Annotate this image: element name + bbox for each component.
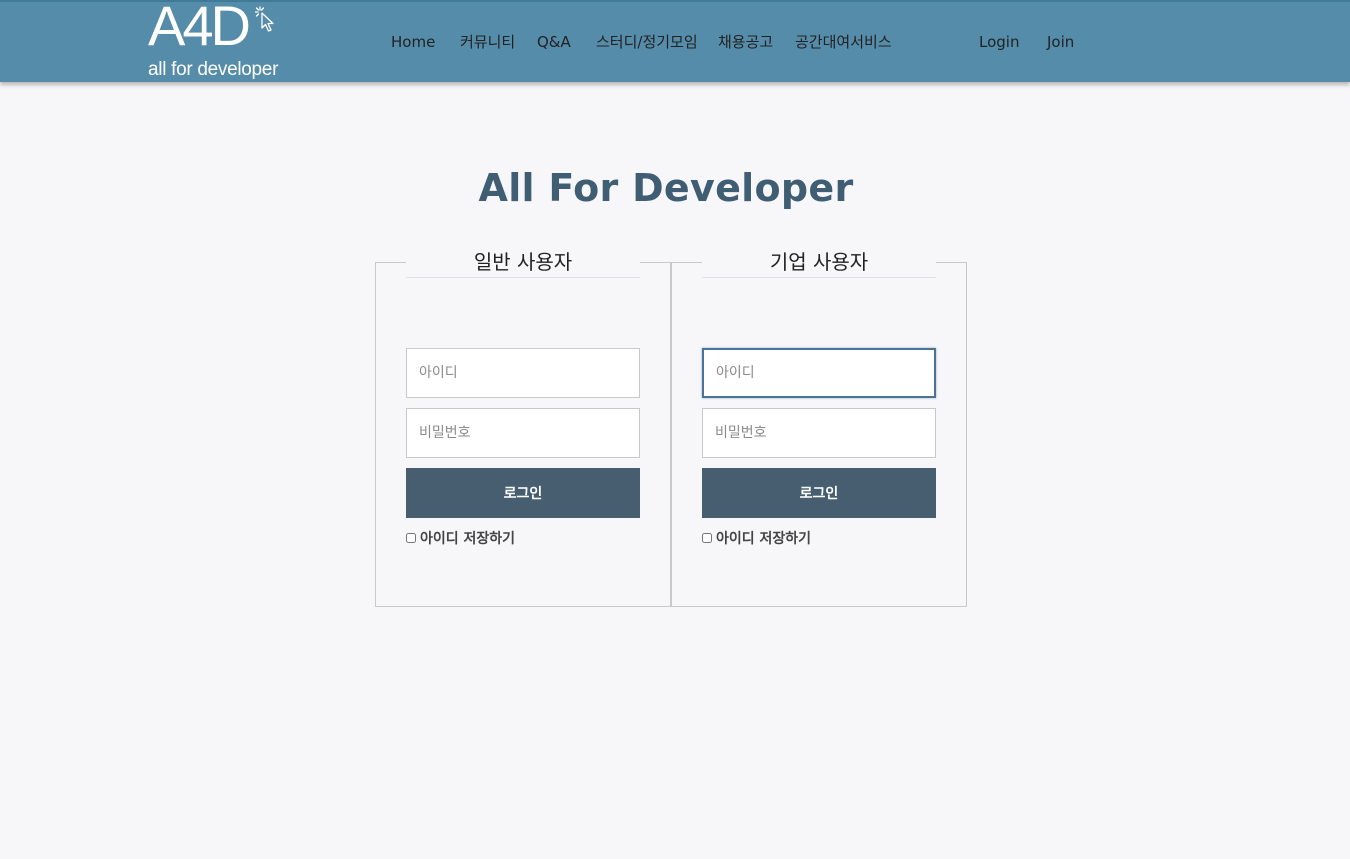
- remember-id-checkbox[interactable]: [702, 533, 712, 543]
- nav-home[interactable]: Home: [391, 32, 435, 52]
- personal-password-input[interactable]: [406, 408, 640, 458]
- panel-title: 일반 사용자: [406, 248, 640, 278]
- personal-login-panel: 일반 사용자 로그인 아이디 저장하기: [375, 248, 671, 607]
- nav-study-meetup[interactable]: 스터디/정기모임: [596, 32, 698, 52]
- page-title: All For Developer: [478, 166, 854, 210]
- nav-community[interactable]: 커뮤니티: [460, 32, 515, 52]
- nav-qna[interactable]: Q&A: [537, 32, 571, 52]
- nav-join[interactable]: Join: [1047, 32, 1074, 52]
- logo-wordmark: A4D: [148, 0, 251, 57]
- nav-space-rental[interactable]: 공간대여서비스: [795, 32, 892, 52]
- nav-job-postings[interactable]: 채용공고: [718, 32, 773, 52]
- personal-login-button[interactable]: 로그인: [406, 468, 640, 518]
- personal-id-input[interactable]: [406, 348, 640, 398]
- site-logo[interactable]: A4D all for developer: [148, 0, 298, 80]
- remember-id-checkbox[interactable]: [406, 533, 416, 543]
- top-navigation-bar: A4D all for developer Home 커뮤니티 Q&A 스터디/…: [0, 0, 1350, 82]
- personal-remember-id[interactable]: 아이디 저장하기: [406, 529, 515, 547]
- business-id-input[interactable]: [702, 348, 936, 398]
- business-password-input[interactable]: [702, 408, 936, 458]
- business-login-panel: 기업 사용자 로그인 아이디 저장하기: [671, 248, 967, 607]
- cursor-click-icon: [255, 6, 274, 32]
- panel-title: 기업 사용자: [702, 248, 936, 278]
- business-remember-id[interactable]: 아이디 저장하기: [702, 529, 811, 547]
- nav-login[interactable]: Login: [979, 32, 1019, 52]
- remember-id-label: 아이디 저장하기: [716, 531, 812, 547]
- remember-id-label: 아이디 저장하기: [420, 531, 516, 547]
- business-login-button[interactable]: 로그인: [702, 468, 936, 518]
- logo-tagline: all for developer: [148, 59, 279, 80]
